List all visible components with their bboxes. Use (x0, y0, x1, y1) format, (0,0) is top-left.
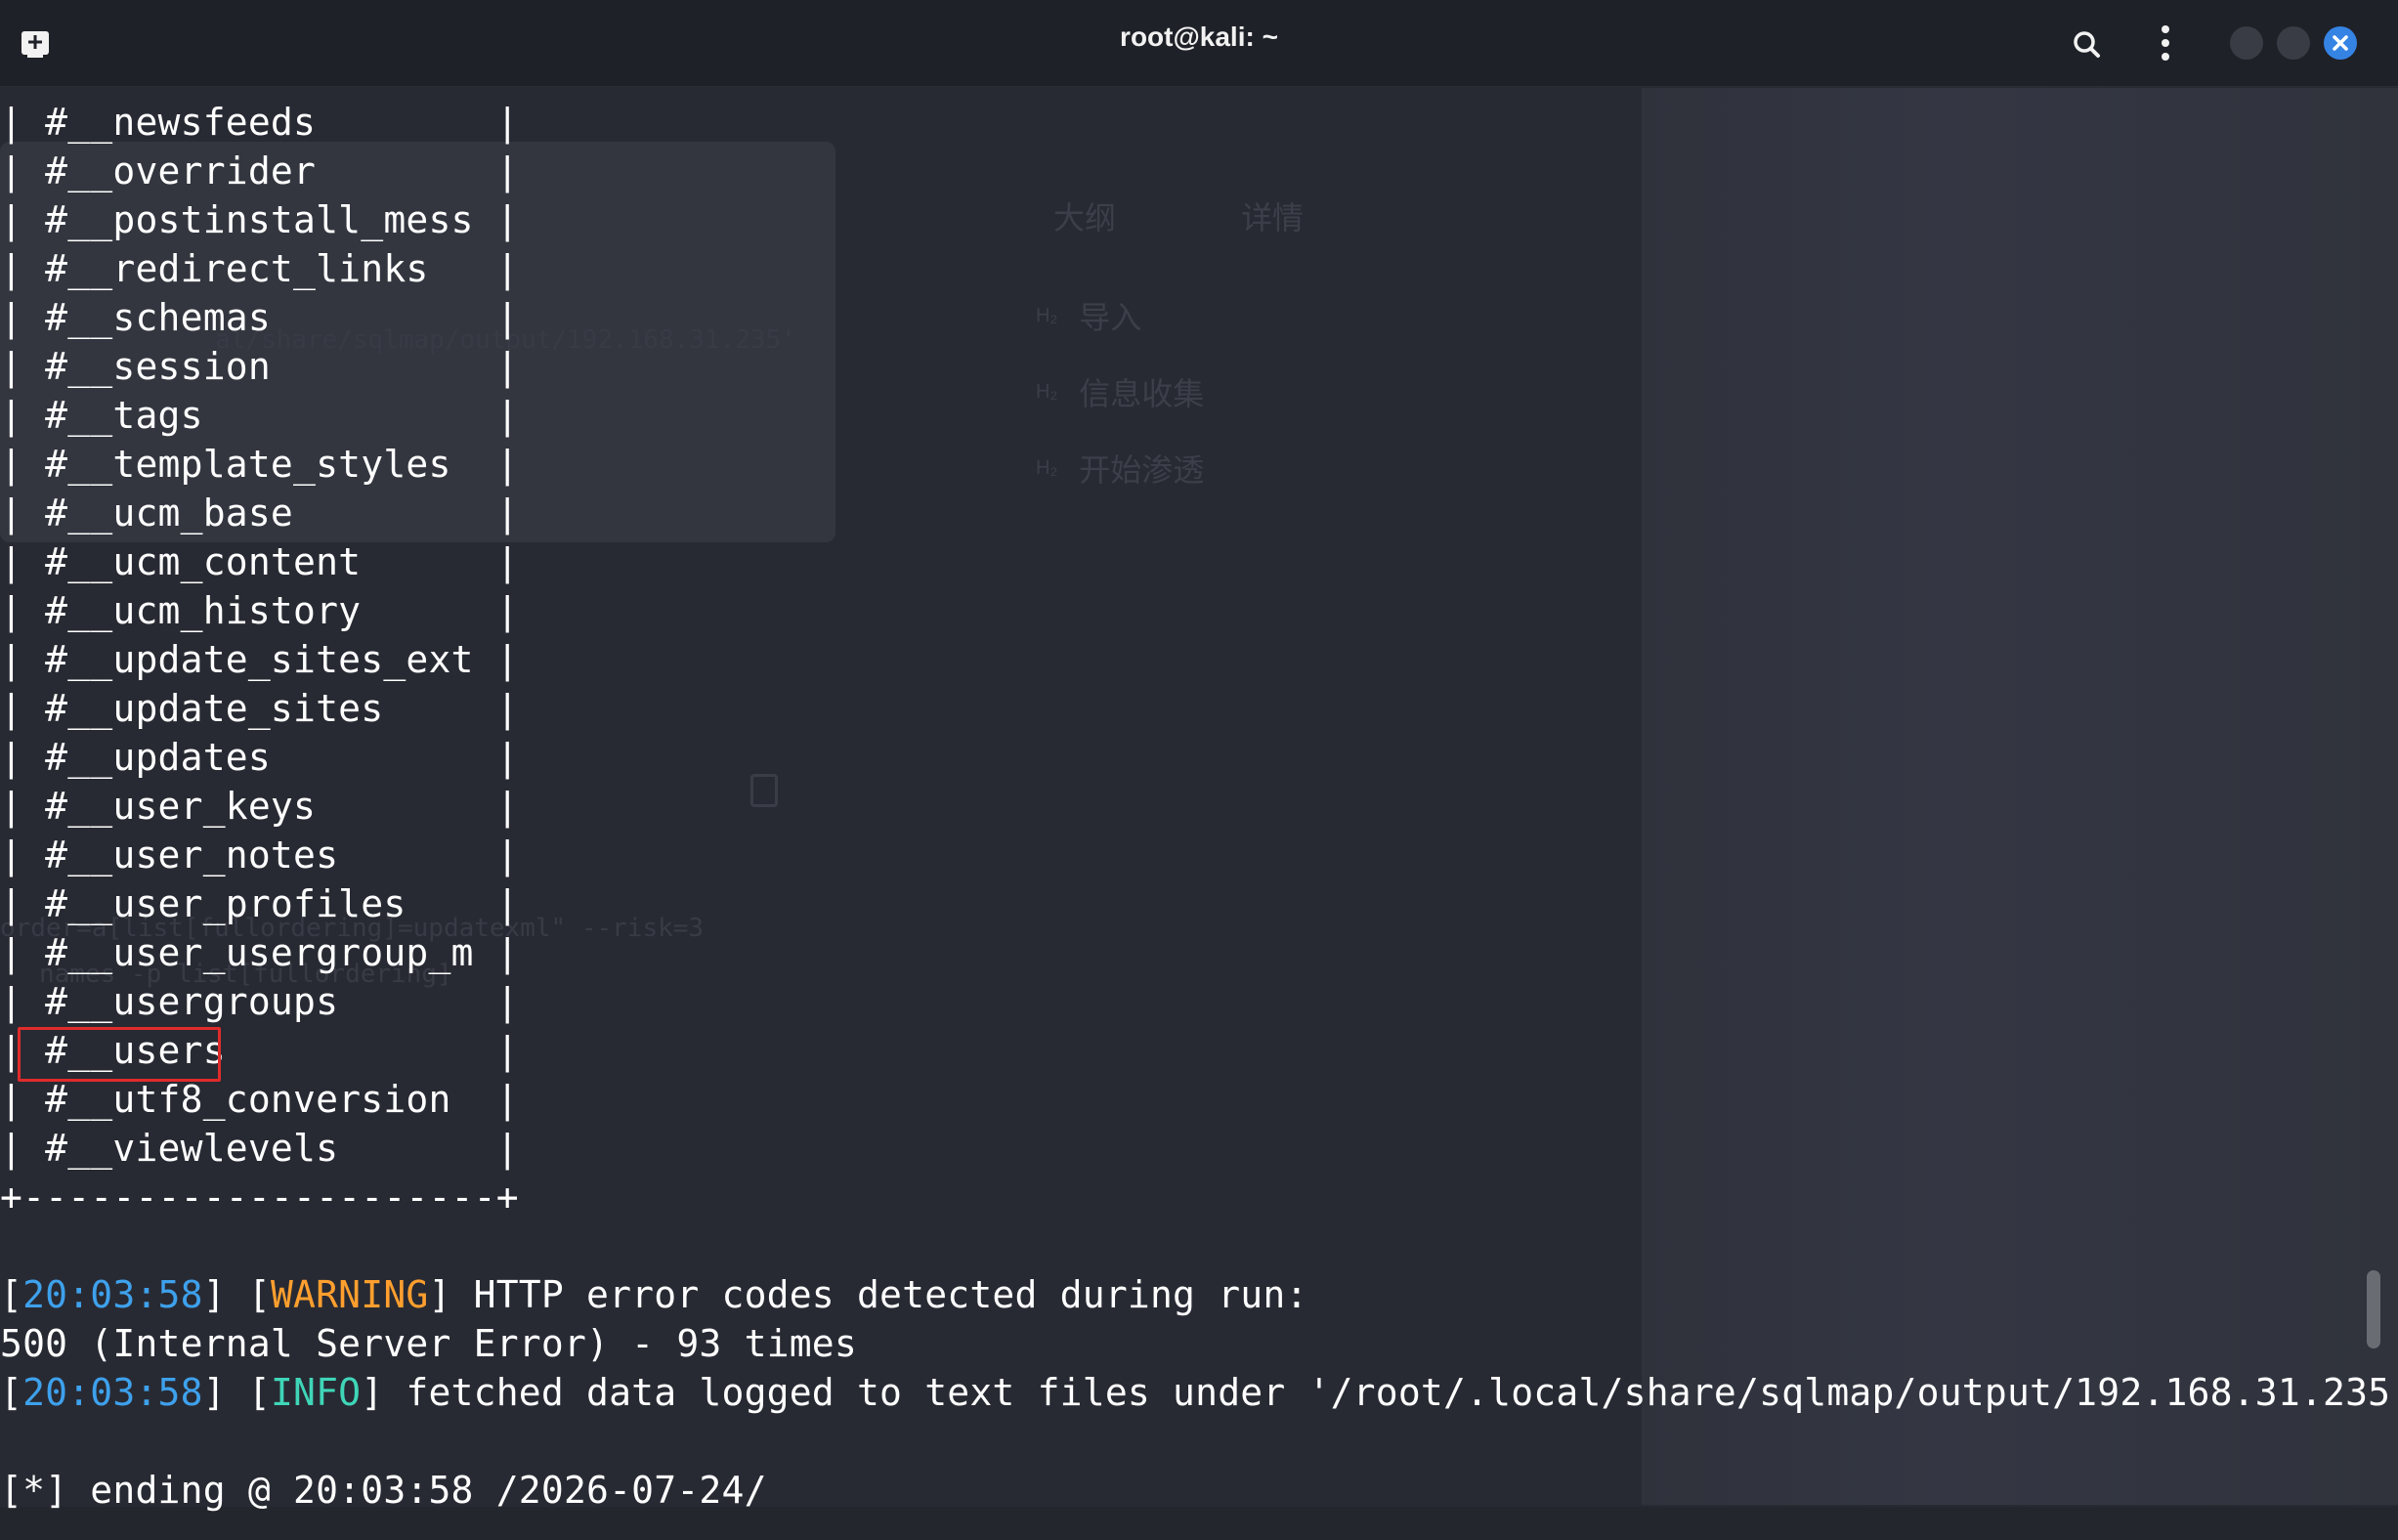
table-border: +---------------------+ (0, 1176, 519, 1219)
error-count-line: 500 (Internal Server Error) - 93 times (0, 1322, 857, 1365)
table-row: | #__ucm_content | (0, 540, 519, 583)
terminal-output[interactable]: | #__newsfeeds | | #__overrider | | #__p… (0, 98, 2398, 1512)
scrollbar-thumb[interactable] (2367, 1270, 2380, 1348)
users-highlight-box (18, 1027, 221, 1082)
timestamp: 20:03:58 (22, 1273, 203, 1316)
close-icon (2333, 35, 2348, 51)
warning-line: [20:03:58] [WARNING] HTTP error codes de… (0, 1273, 1308, 1316)
table-row: | #__tags | (0, 394, 519, 437)
ending-line: [*] ending @ 20:03:58 /2026-07-24/ (0, 1469, 767, 1512)
info-line: [20:03:58] [INFO] fetched data logged to… (0, 1371, 2398, 1414)
table-row: | #__update_sites_ext | (0, 638, 519, 681)
table-row: | #__user_keys | (0, 785, 519, 828)
table-row: | #__newsfeeds | (0, 101, 519, 144)
info-label: INFO (270, 1371, 362, 1414)
table-row: | #__ucm_history | (0, 589, 519, 632)
table-row: | #__schemas | (0, 296, 519, 339)
maximize-button[interactable] (2277, 26, 2310, 60)
close-button[interactable] (2324, 26, 2357, 60)
table-row: | #__user_usergroup_m | (0, 931, 519, 974)
table-row: | #__utf8_conversion | (0, 1078, 519, 1121)
timestamp: 20:03:58 (22, 1371, 203, 1414)
table-row: | #__viewlevels | (0, 1127, 519, 1170)
table-row: | #__redirect_links | (0, 247, 519, 290)
table-row: | #__postinstall_mess | (0, 198, 519, 241)
table-row: | #__user_notes | (0, 834, 519, 877)
table-row: | #__overrider | (0, 150, 519, 192)
window-title: root@kali: ~ (1120, 21, 1278, 52)
table-row: | #__ucm_base | (0, 492, 519, 535)
search-icon[interactable] (2068, 25, 2107, 64)
table-row: | #__updates | (0, 736, 519, 779)
table-row: | #__usergroups | (0, 980, 519, 1023)
title-bar: root@kali: ~ (0, 0, 2398, 87)
table-row: | #__user_profiles | (0, 882, 519, 925)
table-row: | #__session | (0, 345, 519, 388)
vertical-dots-icon[interactable] (2146, 21, 2185, 64)
warning-label: WARNING (270, 1273, 429, 1316)
minimize-button[interactable] (2230, 26, 2263, 60)
table-row: | #__template_styles | (0, 443, 519, 486)
table-row: | #__update_sites | (0, 687, 519, 730)
